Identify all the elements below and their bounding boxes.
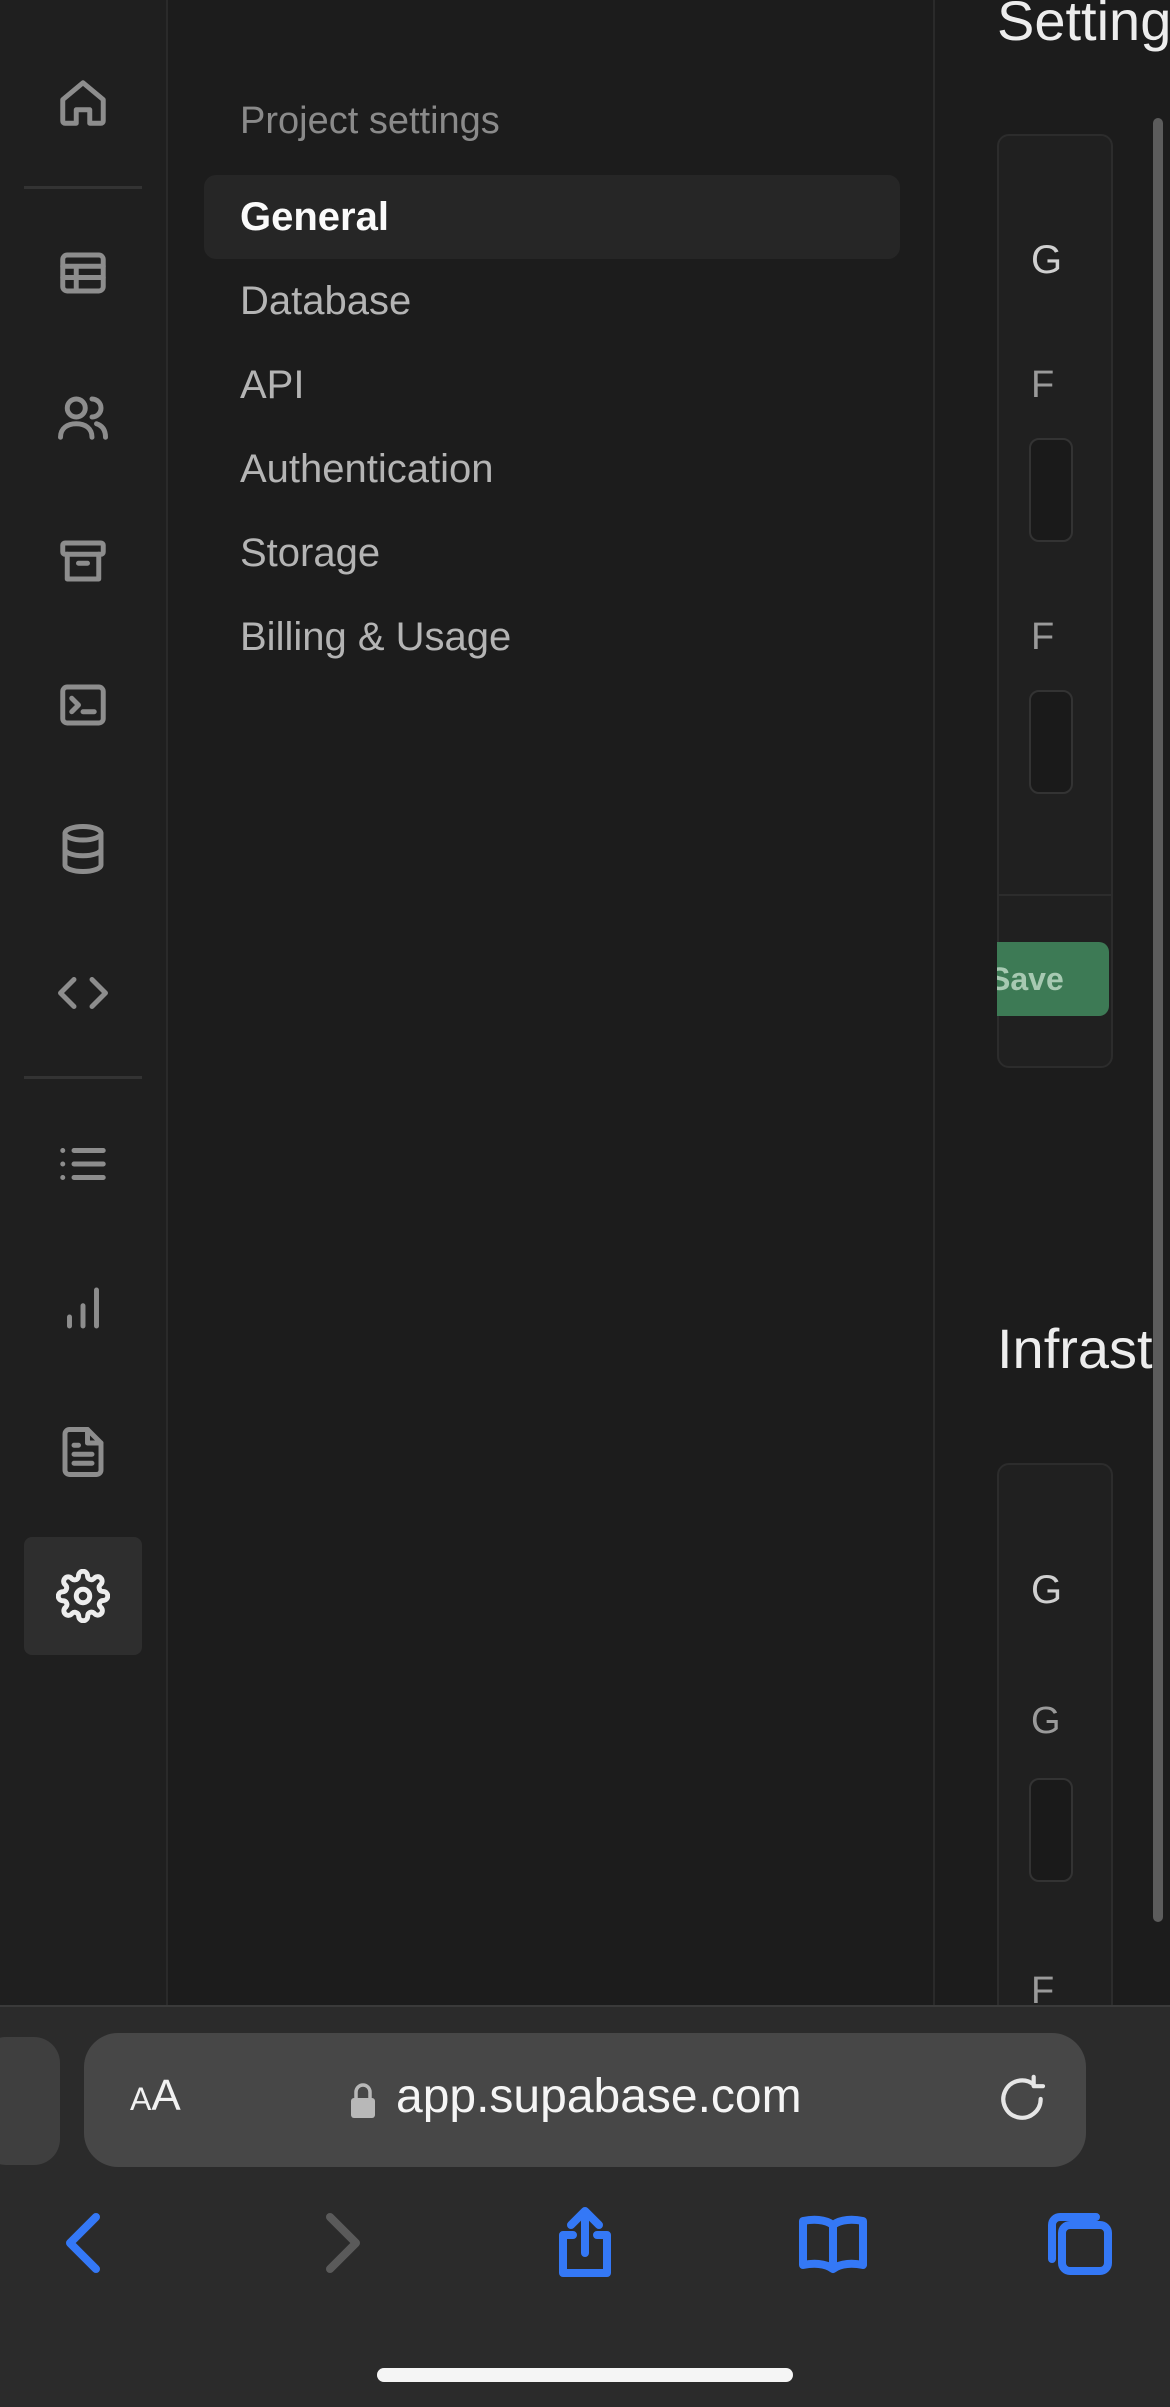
- share-button[interactable]: [535, 2193, 635, 2293]
- forward-button[interactable]: [290, 2193, 390, 2293]
- code-icon: [58, 977, 108, 1009]
- card-heading: G: [1031, 1568, 1063, 1612]
- menu-item-database[interactable]: Database: [204, 259, 900, 343]
- bookmarks-button[interactable]: [783, 2193, 883, 2293]
- users-icon: [58, 396, 108, 440]
- tabs-button[interactable]: [1030, 2193, 1130, 2293]
- settings-button[interactable]: [24, 1537, 142, 1655]
- menu-item-storage[interactable]: Storage: [204, 511, 900, 595]
- section-title-settings: Setting: [997, 0, 1170, 52]
- sql-editor-icon: [60, 684, 106, 726]
- rail-divider: [24, 1076, 142, 1079]
- table-editor-button[interactable]: [24, 214, 142, 332]
- menu-item-api[interactable]: API: [204, 343, 900, 427]
- card-divider: [999, 894, 1111, 896]
- menu-title: Project settings: [240, 100, 500, 142]
- section-title-infrastructure: Infrast: [997, 1317, 1153, 1380]
- table-editor-icon: [60, 252, 106, 294]
- menu-item-general[interactable]: General: [204, 175, 900, 259]
- icon-rail: [0, 0, 168, 2005]
- tabs-icon: [1048, 2213, 1112, 2275]
- field-label: F: [1031, 1970, 1055, 2005]
- field-label: F: [1031, 364, 1055, 406]
- document-icon: [62, 1427, 104, 1477]
- rail-divider: [24, 186, 142, 189]
- settings-content: Setting G F F Save Infrast G G F: [935, 0, 1170, 2005]
- home-icon: [60, 80, 106, 126]
- gear-icon: [56, 1569, 110, 1623]
- reports-button[interactable]: [24, 1249, 142, 1367]
- chevron-left-icon: [66, 2213, 100, 2273]
- previous-tab[interactable]: [0, 2037, 60, 2165]
- text-size-large-a: A: [151, 2071, 181, 2120]
- database-button[interactable]: [24, 790, 142, 908]
- api-docs-button[interactable]: [24, 1393, 142, 1511]
- sql-editor-button[interactable]: [24, 646, 142, 764]
- card-heading: G: [1031, 238, 1063, 282]
- list-icon: [60, 1148, 106, 1180]
- scrollbar[interactable]: [1153, 118, 1163, 1922]
- save-button[interactable]: Save: [997, 942, 1109, 1016]
- authentication-button[interactable]: [24, 358, 142, 476]
- logs-button[interactable]: [24, 1105, 142, 1223]
- project-id-input[interactable]: [1029, 690, 1073, 794]
- address-bar[interactable]: AA app.supabase.com: [84, 2033, 1086, 2167]
- back-button[interactable]: [36, 2193, 136, 2293]
- menu-item-billing-usage[interactable]: Billing & Usage: [204, 595, 900, 679]
- edge-functions-button[interactable]: [24, 934, 142, 1052]
- url-text: app.supabase.com: [396, 2070, 802, 2123]
- home-button[interactable]: [24, 44, 142, 162]
- storage-button[interactable]: [24, 502, 142, 620]
- infrastructure-input[interactable]: [1029, 1778, 1073, 1882]
- lock-icon: [351, 2083, 375, 2118]
- reload-icon[interactable]: [994, 2071, 1050, 2127]
- book-icon: [799, 2215, 867, 2273]
- home-indicator: [377, 2368, 793, 2382]
- menu-item-authentication[interactable]: Authentication: [204, 427, 900, 511]
- bar-chart-icon: [67, 1287, 99, 1329]
- chevron-right-icon: [326, 2213, 360, 2273]
- project-name-input[interactable]: [1029, 438, 1073, 542]
- storage-icon: [60, 540, 106, 582]
- text-size-small-a: A: [130, 2081, 152, 2117]
- text-size-button[interactable]: AA: [130, 2071, 181, 2121]
- project-settings-menu: Project settings General Database API Au…: [168, 0, 935, 2005]
- field-label: G: [1031, 1700, 1061, 1742]
- database-icon: [62, 824, 104, 874]
- browser-chrome: AA app.supabase.com: [0, 2005, 1170, 2407]
- share-icon: [559, 2207, 611, 2277]
- field-label: F: [1031, 616, 1055, 658]
